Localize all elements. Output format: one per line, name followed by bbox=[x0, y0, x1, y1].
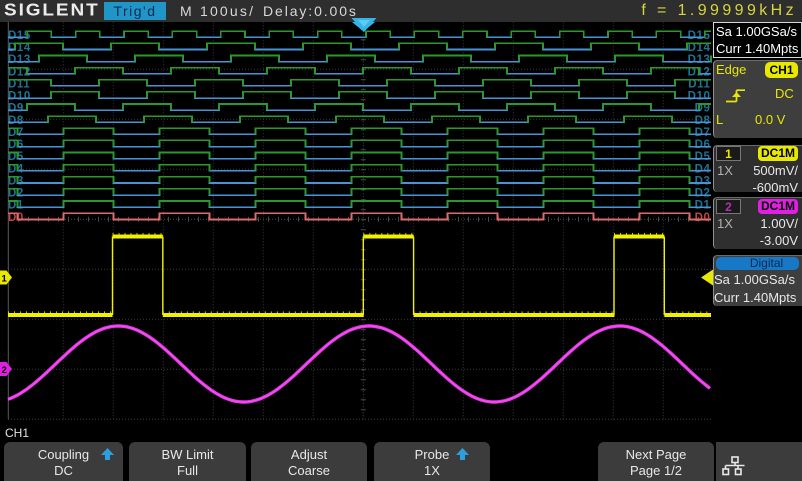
svg-text:D2: D2 bbox=[695, 188, 711, 200]
svg-text:1: 1 bbox=[2, 274, 8, 285]
svg-text:D9: D9 bbox=[8, 103, 24, 115]
svg-text:D8: D8 bbox=[8, 115, 24, 127]
svg-text:D6: D6 bbox=[695, 139, 711, 151]
svg-text:D7: D7 bbox=[695, 127, 711, 139]
svg-text:D13: D13 bbox=[8, 54, 31, 66]
svg-text:D3: D3 bbox=[695, 176, 711, 188]
svg-text:D0: D0 bbox=[695, 212, 711, 224]
svg-text:2: 2 bbox=[2, 365, 7, 376]
svg-text:D1: D1 bbox=[695, 200, 711, 212]
svg-text:D4: D4 bbox=[695, 163, 711, 175]
svg-text:D10: D10 bbox=[688, 91, 711, 103]
svg-text:D5: D5 bbox=[695, 151, 711, 163]
svg-text:D10: D10 bbox=[8, 91, 31, 103]
svg-text:D13: D13 bbox=[688, 54, 711, 66]
svg-text:D8: D8 bbox=[695, 115, 711, 127]
